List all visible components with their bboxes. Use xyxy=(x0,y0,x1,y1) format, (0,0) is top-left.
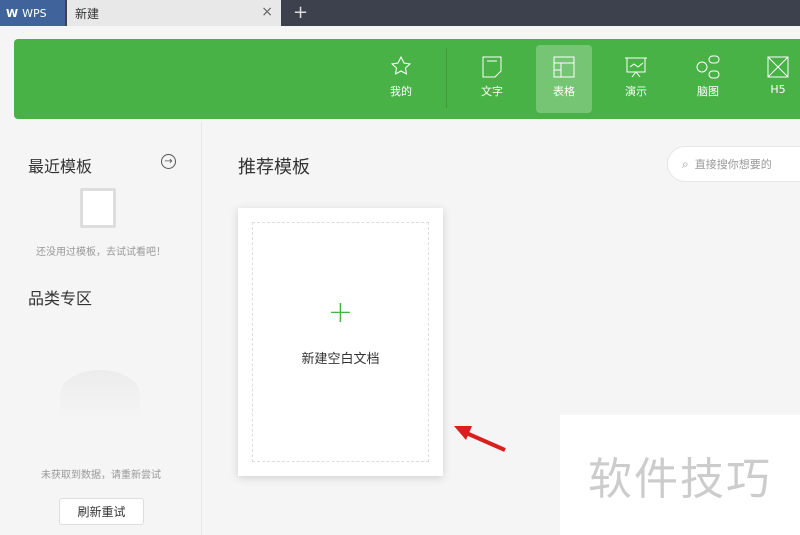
search-icon: ⌕ xyxy=(682,156,689,171)
nav-presentation[interactable]: 演示 xyxy=(608,45,664,113)
nav-mine[interactable]: 我的 xyxy=(373,45,429,113)
empty-recent-illustration xyxy=(80,188,116,228)
star-icon xyxy=(390,55,412,75)
red-arrow-annotation xyxy=(454,426,506,452)
recommended-templates-title: 推荐模板 xyxy=(238,157,310,178)
divider xyxy=(446,48,447,108)
category-empty-text: 未获取到数据，请重新尝试 xyxy=(41,470,161,481)
template-search-input[interactable]: ⌕ 直接搜你想要的 xyxy=(667,146,800,182)
nav-writer[interactable]: 文字 xyxy=(464,45,520,113)
wps-home-button[interactable]: W WPS xyxy=(0,0,65,26)
category-title: 品类专区 xyxy=(28,289,93,308)
arrow-right-icon[interactable]: → xyxy=(161,154,176,169)
watermark: 软件技巧 xyxy=(560,415,800,535)
plus-icon: + xyxy=(327,295,354,330)
document-icon xyxy=(482,56,502,78)
new-blank-label: 新建空白文档 xyxy=(301,352,380,367)
h5-icon xyxy=(767,56,789,78)
wps-logo-icon: W xyxy=(6,6,19,20)
tab-bar: W WPS 新建 × + xyxy=(0,0,800,26)
nav-sheet[interactable]: 表格 xyxy=(536,45,592,113)
nav-mindmap[interactable]: 脑图 xyxy=(680,45,736,113)
recent-empty-text: 还没用过模板，去试试看吧！ xyxy=(36,247,166,258)
close-icon[interactable]: × xyxy=(261,4,273,20)
new-blank-document-card[interactable]: + 新建空白文档 xyxy=(238,208,443,476)
tab-new[interactable]: 新建 × xyxy=(67,0,281,26)
recent-templates-title: 最近模板 xyxy=(28,157,93,176)
nav-h5[interactable]: H5 xyxy=(750,45,800,113)
satellite-dish-illustration xyxy=(60,370,140,420)
mindmap-icon xyxy=(696,55,720,79)
new-tab-button[interactable]: + xyxy=(293,2,308,23)
table-icon xyxy=(553,56,575,78)
retry-button[interactable]: 刷新重试 xyxy=(59,498,144,525)
presentation-icon xyxy=(625,57,647,78)
